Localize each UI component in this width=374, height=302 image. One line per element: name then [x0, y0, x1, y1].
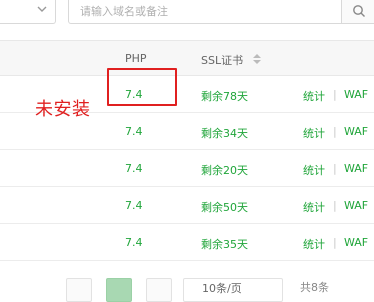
waf-link[interactable]: WAF [344, 125, 368, 138]
waf-link[interactable]: WAF [344, 162, 368, 175]
annotation-label: 未安装 [35, 99, 91, 120]
search-button[interactable] [341, 0, 374, 23]
waf-link[interactable]: WAF [344, 88, 368, 101]
search-box [68, 0, 374, 24]
column-header-php[interactable]: PHP [125, 52, 147, 65]
link-separator: | [333, 199, 337, 212]
ssl-expiry-cell[interactable]: 剩余78天 [201, 88, 248, 104]
waf-link[interactable]: WAF [344, 236, 368, 249]
current-page-button[interactable] [106, 278, 132, 302]
table-header: PHP SSL证书 [0, 40, 374, 76]
sort-icon[interactable] [252, 53, 262, 65]
waf-link[interactable]: WAF [344, 199, 368, 212]
ssl-expiry-cell[interactable]: 剩余50天 [201, 199, 248, 215]
pagination: 10条/页 共8条 [0, 272, 374, 302]
column-header-ssl[interactable]: SSL证书 [201, 52, 243, 68]
page-size-select[interactable]: 10条/页 [183, 278, 283, 302]
link-separator: | [333, 236, 337, 249]
php-version-cell[interactable]: 7.4 [125, 236, 143, 249]
toolbar [0, 0, 374, 26]
highlight-box [107, 68, 177, 106]
ssl-expiry-cell[interactable]: 剩余20天 [201, 162, 248, 178]
php-version-cell[interactable]: 7.4 [125, 199, 143, 212]
stats-link[interactable]: 统计 [303, 199, 325, 215]
link-separator: | [333, 162, 337, 175]
total-count: 共8条 [300, 281, 329, 294]
link-separator: | [333, 125, 337, 138]
search-input[interactable] [69, 0, 339, 22]
ssl-expiry-cell[interactable]: 剩余34天 [201, 125, 248, 141]
prev-page-button[interactable] [66, 278, 92, 302]
search-icon [353, 5, 365, 17]
stats-link[interactable]: 统计 [303, 236, 325, 252]
php-version-cell[interactable]: 7.4 [125, 162, 143, 175]
chevron-down-icon [37, 6, 47, 12]
table-row: 7.4 剩余35天 统计 | WAF [0, 224, 374, 261]
table-row: 7.4 剩余50天 统计 | WAF [0, 187, 374, 224]
filter-select[interactable] [0, 0, 56, 24]
table-row: 7.4 剩余20天 统计 | WAF [0, 150, 374, 187]
stats-link[interactable]: 统计 [303, 88, 325, 104]
ssl-expiry-cell[interactable]: 剩余35天 [201, 236, 248, 252]
php-version-cell[interactable]: 7.4 [125, 125, 143, 138]
stats-link[interactable]: 统计 [303, 162, 325, 178]
stats-link[interactable]: 统计 [303, 125, 325, 141]
link-separator: | [333, 88, 337, 101]
next-page-button[interactable] [146, 278, 172, 302]
